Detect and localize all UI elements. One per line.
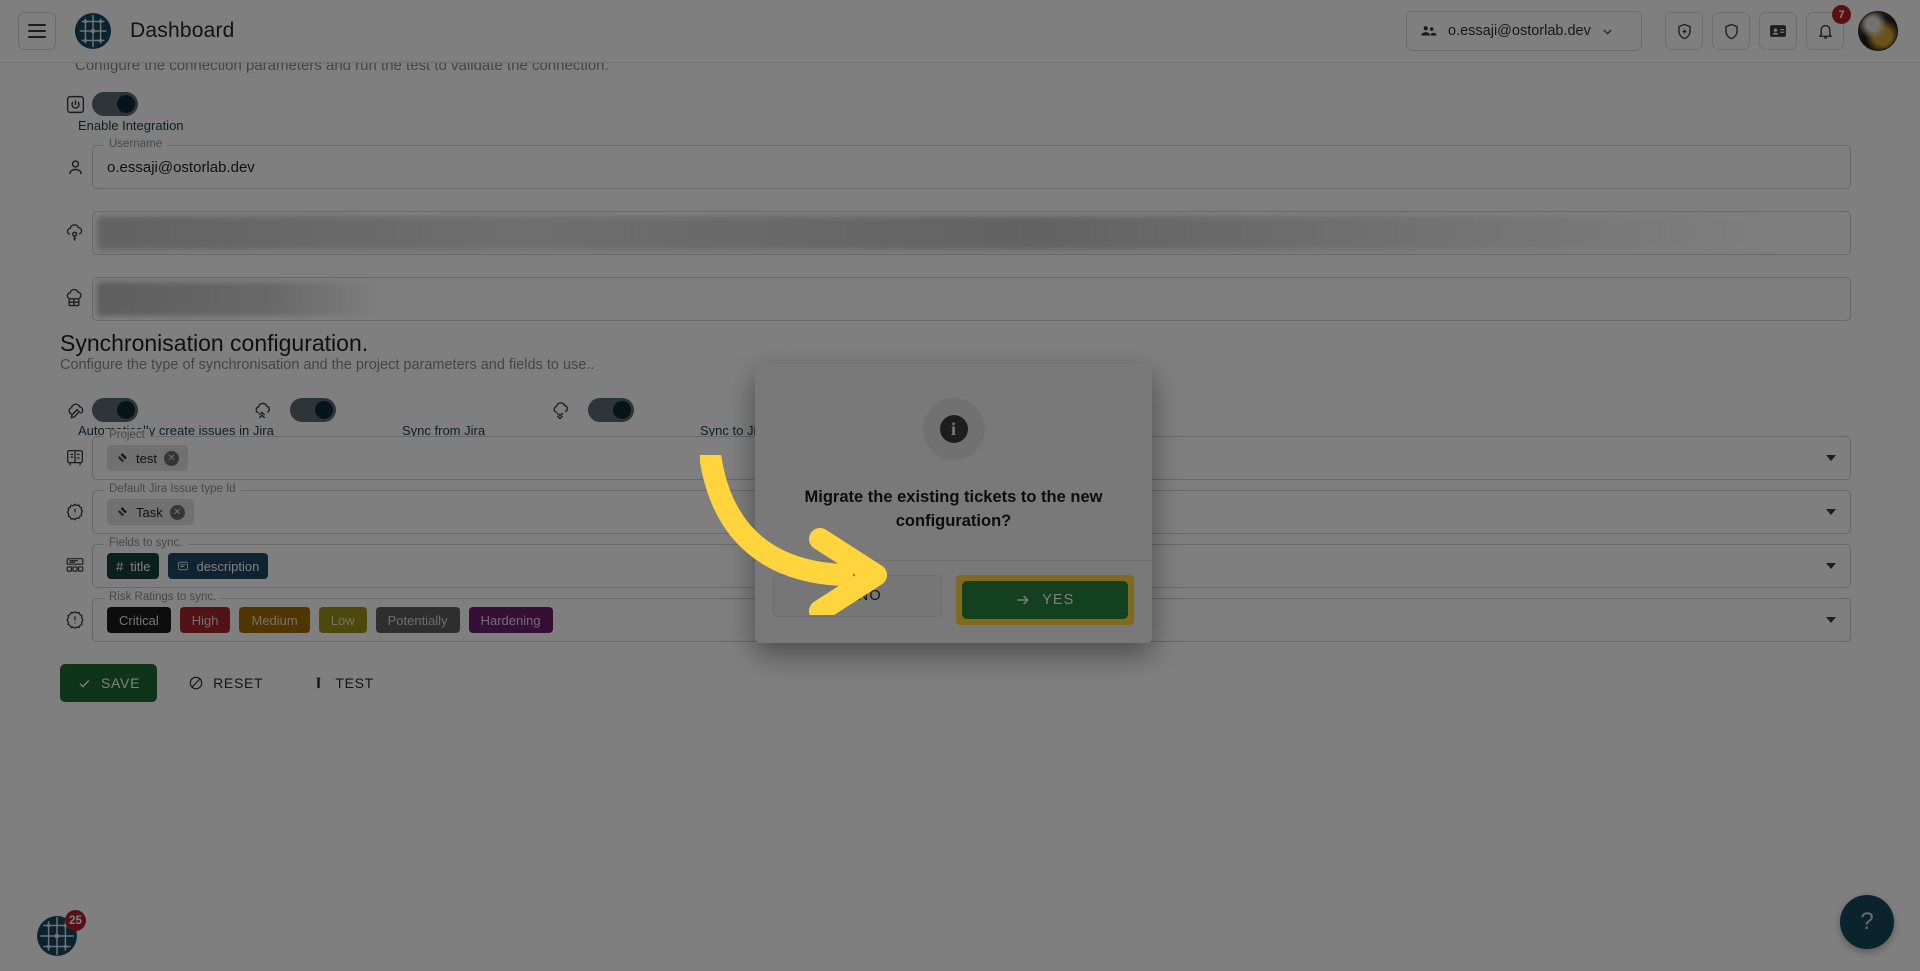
modal-overlay[interactable] xyxy=(0,0,1920,971)
